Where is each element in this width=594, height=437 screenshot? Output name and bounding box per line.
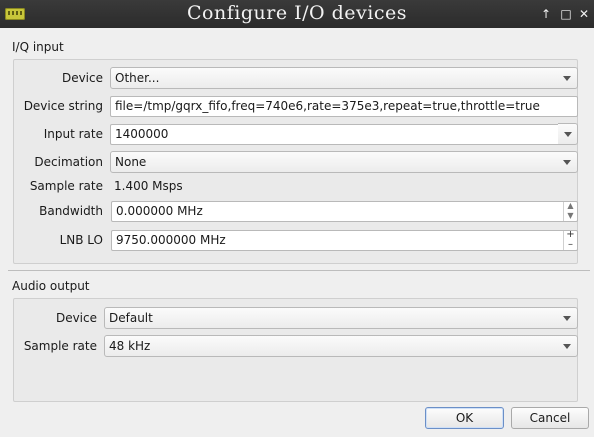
bandwidth-label: Bandwidth <box>39 204 103 218</box>
spin-down-icon[interactable]: ▼ <box>564 211 577 221</box>
lnb-lo-label: LNB LO <box>59 233 103 247</box>
iq-device-value: Other... <box>115 71 160 85</box>
input-rate-label: Input rate <box>43 127 103 141</box>
device-string-label: Device string <box>23 99 103 113</box>
audio-sample-rate-select[interactable]: 48 kHz <box>104 335 578 357</box>
bandwidth-spin-buttons[interactable]: ▲ ▼ <box>563 202 577 221</box>
audio-sample-rate-value: 48 kHz <box>109 339 151 353</box>
section-divider <box>8 270 590 271</box>
audio-device-value: Default <box>109 311 153 325</box>
device-string-input[interactable]: file=/tmp/gqrx_fifo,freq=740e6,rate=375e… <box>110 96 578 117</box>
decimation-select[interactable]: None <box>110 151 578 173</box>
chevron-down-icon <box>563 76 571 81</box>
chevron-down-icon <box>563 344 571 349</box>
iq-sample-rate-label: Sample rate <box>29 179 103 193</box>
input-rate-input[interactable]: 1400000 <box>110 124 559 145</box>
iq-device-label: Device <box>61 71 103 85</box>
title-bar: Configure I/O devices ↑ □ ✕ <box>0 0 594 28</box>
chevron-down-icon <box>563 160 571 165</box>
iq-device-select[interactable]: Other... <box>110 67 578 89</box>
input-rate-dropdown-button[interactable] <box>558 123 578 145</box>
minus-icon[interactable]: – <box>564 240 577 250</box>
iq-input-section-title: I/Q input <box>12 40 64 54</box>
iq-sample-rate-value: 1.400 Msps <box>114 179 183 193</box>
decimation-label: Decimation <box>34 155 103 169</box>
window-title: Configure I/O devices <box>187 2 407 24</box>
decimation-value: None <box>115 155 147 169</box>
audio-output-section-title: Audio output <box>12 279 90 293</box>
spin-up-icon[interactable]: ▲ <box>564 202 577 211</box>
maximize-icon[interactable]: □ <box>558 6 574 22</box>
bandwidth-spinbox[interactable]: 0.000000 MHz ▲ ▼ <box>111 201 578 222</box>
chevron-down-icon <box>563 316 571 321</box>
cancel-button[interactable]: Cancel <box>511 407 589 429</box>
lnb-lo-spin-buttons[interactable]: + – <box>563 231 577 250</box>
chevron-down-icon <box>564 132 572 137</box>
lnb-lo-value: 9750.000000 MHz <box>116 233 226 247</box>
ok-button[interactable]: OK <box>425 407 504 429</box>
audio-device-select[interactable]: Default <box>104 307 578 329</box>
lnb-lo-spinbox[interactable]: 9750.000000 MHz + – <box>111 230 578 251</box>
close-icon[interactable]: ✕ <box>576 6 592 22</box>
bandwidth-value: 0.000000 MHz <box>116 204 203 218</box>
audio-sample-rate-label: Sample rate <box>23 339 97 353</box>
minimize-up-icon[interactable]: ↑ <box>538 6 554 22</box>
audio-device-label: Device <box>55 311 97 325</box>
